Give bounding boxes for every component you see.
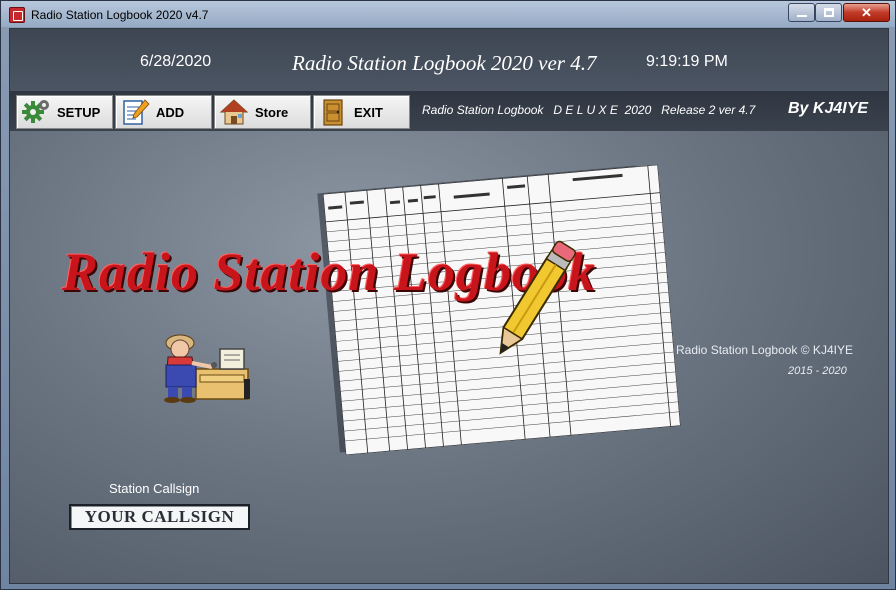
add-button[interactable]: ADD	[115, 95, 212, 129]
copyright-text: Radio Station Logbook © KJ4IYE	[676, 343, 853, 357]
add-label: ADD	[156, 104, 185, 120]
current-date: 6/28/2020	[140, 53, 212, 70]
store-label: Store	[255, 104, 289, 120]
app-window: Radio Station Logbook 2020 v4.7 ✕ 6/28/2…	[0, 0, 896, 590]
radio-operator-illustration	[164, 334, 250, 403]
minimize-icon	[797, 15, 807, 17]
header-band: 6/28/2020 Radio Station Logbook 2020 ver…	[10, 29, 888, 91]
house-icon	[219, 97, 249, 127]
pencil-icon	[499, 240, 577, 355]
callsign-field[interactable]: YOUR CALLSIGN	[69, 504, 250, 530]
gear-icon	[21, 97, 51, 127]
close-button[interactable]: ✕	[843, 3, 890, 22]
callsign-label: Station Callsign	[109, 481, 200, 496]
exit-label: EXIT	[354, 104, 383, 120]
close-icon: ✕	[861, 5, 872, 20]
current-time: 9:19:19 PM	[646, 53, 728, 70]
maximize-icon	[824, 8, 834, 17]
author-label: By KJ4IYE	[788, 100, 869, 117]
setup-label: SETUP	[57, 104, 101, 120]
door-icon	[318, 97, 348, 127]
copyright-years: 2015 - 2020	[788, 365, 847, 377]
store-button[interactable]: Store	[214, 95, 311, 129]
maximize-button[interactable]	[815, 3, 842, 22]
title-bar[interactable]: Radio Station Logbook 2020 v4.7 ✕	[1, 1, 895, 27]
app-icon[interactable]	[9, 7, 25, 23]
setup-button[interactable]: SETUP	[16, 95, 113, 129]
client-area: 6/28/2020 Radio Station Logbook 2020 ver…	[9, 28, 889, 584]
window-title: Radio Station Logbook 2020 v4.7	[31, 8, 209, 22]
toolbar: SETUP ADD Store EXIT Radio Station Logbo…	[10, 91, 888, 131]
notepad-pencil-icon	[120, 97, 150, 127]
minimize-button[interactable]	[788, 3, 815, 22]
release-caption: Radio Station Logbook D E L U X E 2020 R…	[422, 103, 756, 117]
exit-button[interactable]: EXIT	[313, 95, 410, 129]
header-title: Radio Station Logbook 2020 ver 4.7	[292, 51, 597, 75]
